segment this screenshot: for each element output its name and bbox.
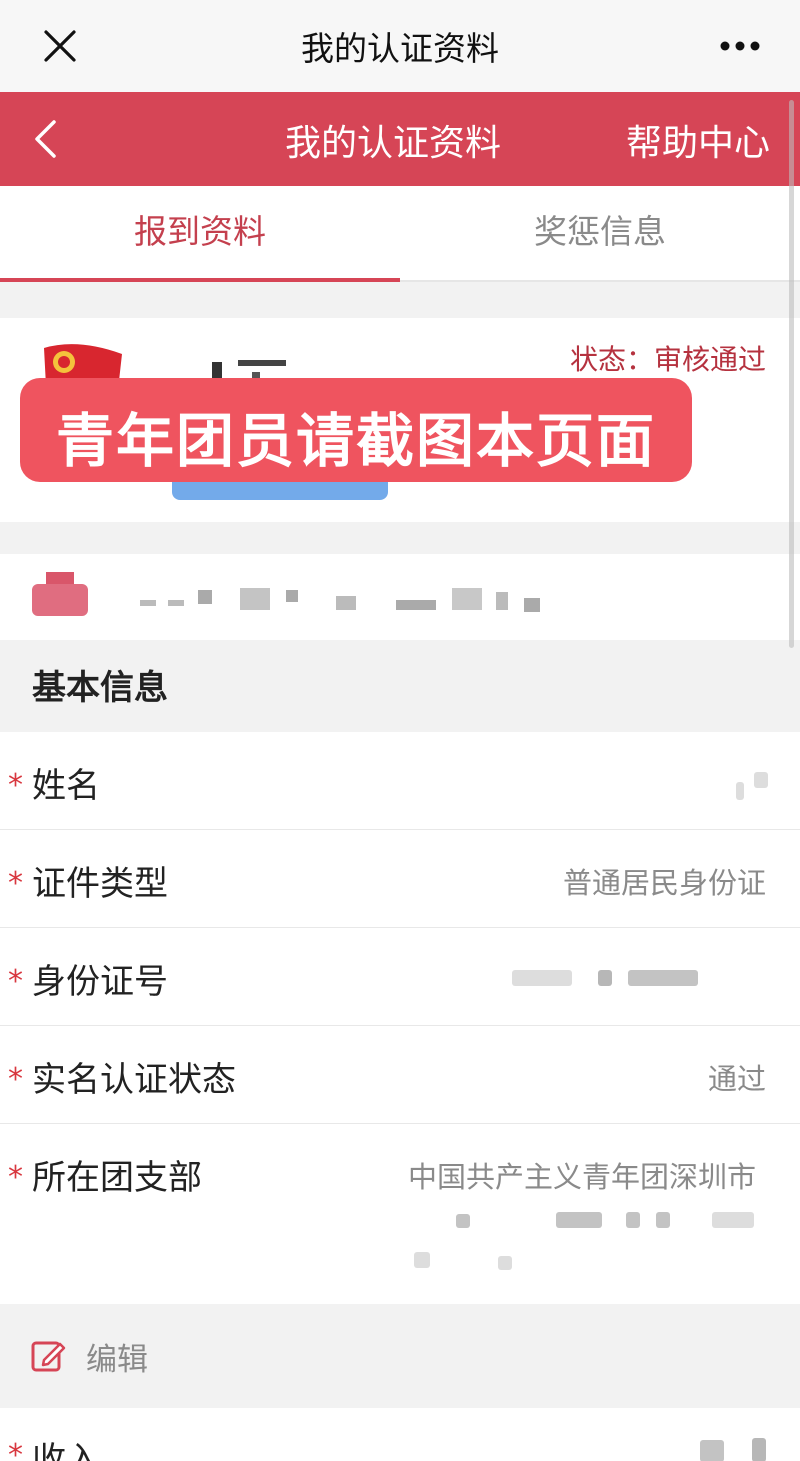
blurred-value <box>626 1212 640 1228</box>
divider <box>0 282 800 318</box>
blurred-value <box>498 1256 512 1270</box>
field-value: 普通居民身份证 <box>562 866 766 900</box>
field-label: 身份证号 <box>32 962 168 1002</box>
wechat-top-bar: 我的认证资料 <box>0 0 800 92</box>
section-header: 基本信息 <box>0 640 800 732</box>
required-mark: * <box>8 1438 23 1461</box>
blurred-value <box>556 1212 602 1228</box>
field-value: 通过 <box>707 1062 766 1096</box>
field-income[interactable]: * 收入 <box>0 1408 800 1461</box>
avatar-icon <box>32 572 88 616</box>
field-label: 收入 <box>32 1440 100 1461</box>
tab-registration[interactable]: 报到资料 <box>0 186 400 282</box>
field-label: 证件类型 <box>32 864 168 904</box>
edit-icon <box>31 1341 66 1372</box>
blurred-value <box>752 1438 766 1461</box>
field-verify-status[interactable]: * 实名认证状态 通过 <box>0 1026 800 1124</box>
divider <box>0 522 800 554</box>
more-icon[interactable] <box>720 40 760 52</box>
field-label: 所在团支部 <box>32 1158 202 1198</box>
required-mark: * <box>8 1062 23 1097</box>
blurred-value <box>598 970 612 986</box>
required-mark: * <box>8 964 23 999</box>
blurred-value <box>456 1214 470 1228</box>
blurred-value <box>628 970 698 986</box>
blurred-value <box>414 1252 430 1268</box>
blurred-text <box>140 588 540 612</box>
field-label: 实名认证状态 <box>32 1060 236 1100</box>
field-id-number[interactable]: * 身份证号 <box>0 928 800 1026</box>
required-mark: * <box>8 1160 23 1195</box>
blurred-value <box>700 1440 724 1461</box>
edit-label: 编辑 <box>86 1342 148 1378</box>
field-id-type[interactable]: * 证件类型 普通居民身份证 <box>0 830 800 928</box>
field-label: 姓名 <box>32 766 100 806</box>
field-name[interactable]: * 姓名 <box>0 732 800 830</box>
blurred-info-row <box>0 554 800 640</box>
tab-rewards[interactable]: 奖惩信息 <box>400 186 800 282</box>
screenshot-banner: 青年团员请截图本页面 <box>20 378 692 482</box>
field-branch[interactable]: * 所在团支部 中国共产主义青年团深圳市 <box>0 1124 800 1304</box>
tab-bar: 报到资料 奖惩信息 <box>0 186 800 282</box>
status-badge: 状态：审核通过 <box>569 343 766 376</box>
blurred-value <box>712 1212 754 1228</box>
help-center-link[interactable]: 帮助中心 <box>626 114 770 166</box>
wechat-title: 我的认证资料 <box>301 29 499 68</box>
section-title: 基本信息 <box>32 668 168 708</box>
blurred-value <box>656 1212 670 1228</box>
field-value: 中国共产主义青年团深圳市 <box>407 1160 756 1194</box>
chevron-left-icon[interactable] <box>30 118 60 160</box>
edit-section[interactable]: 编辑 <box>0 1304 800 1408</box>
app-header: 我的认证资料 帮助中心 <box>0 92 800 186</box>
scrollbar[interactable] <box>789 100 794 648</box>
blurred-value <box>736 782 744 800</box>
required-mark: * <box>8 866 23 901</box>
page-title: 我的认证资料 <box>285 123 502 164</box>
blurred-value <box>754 772 768 788</box>
banner-text: 青年团员请截图本页面 <box>55 407 656 475</box>
blurred-value <box>512 970 572 986</box>
required-mark: * <box>8 768 23 803</box>
